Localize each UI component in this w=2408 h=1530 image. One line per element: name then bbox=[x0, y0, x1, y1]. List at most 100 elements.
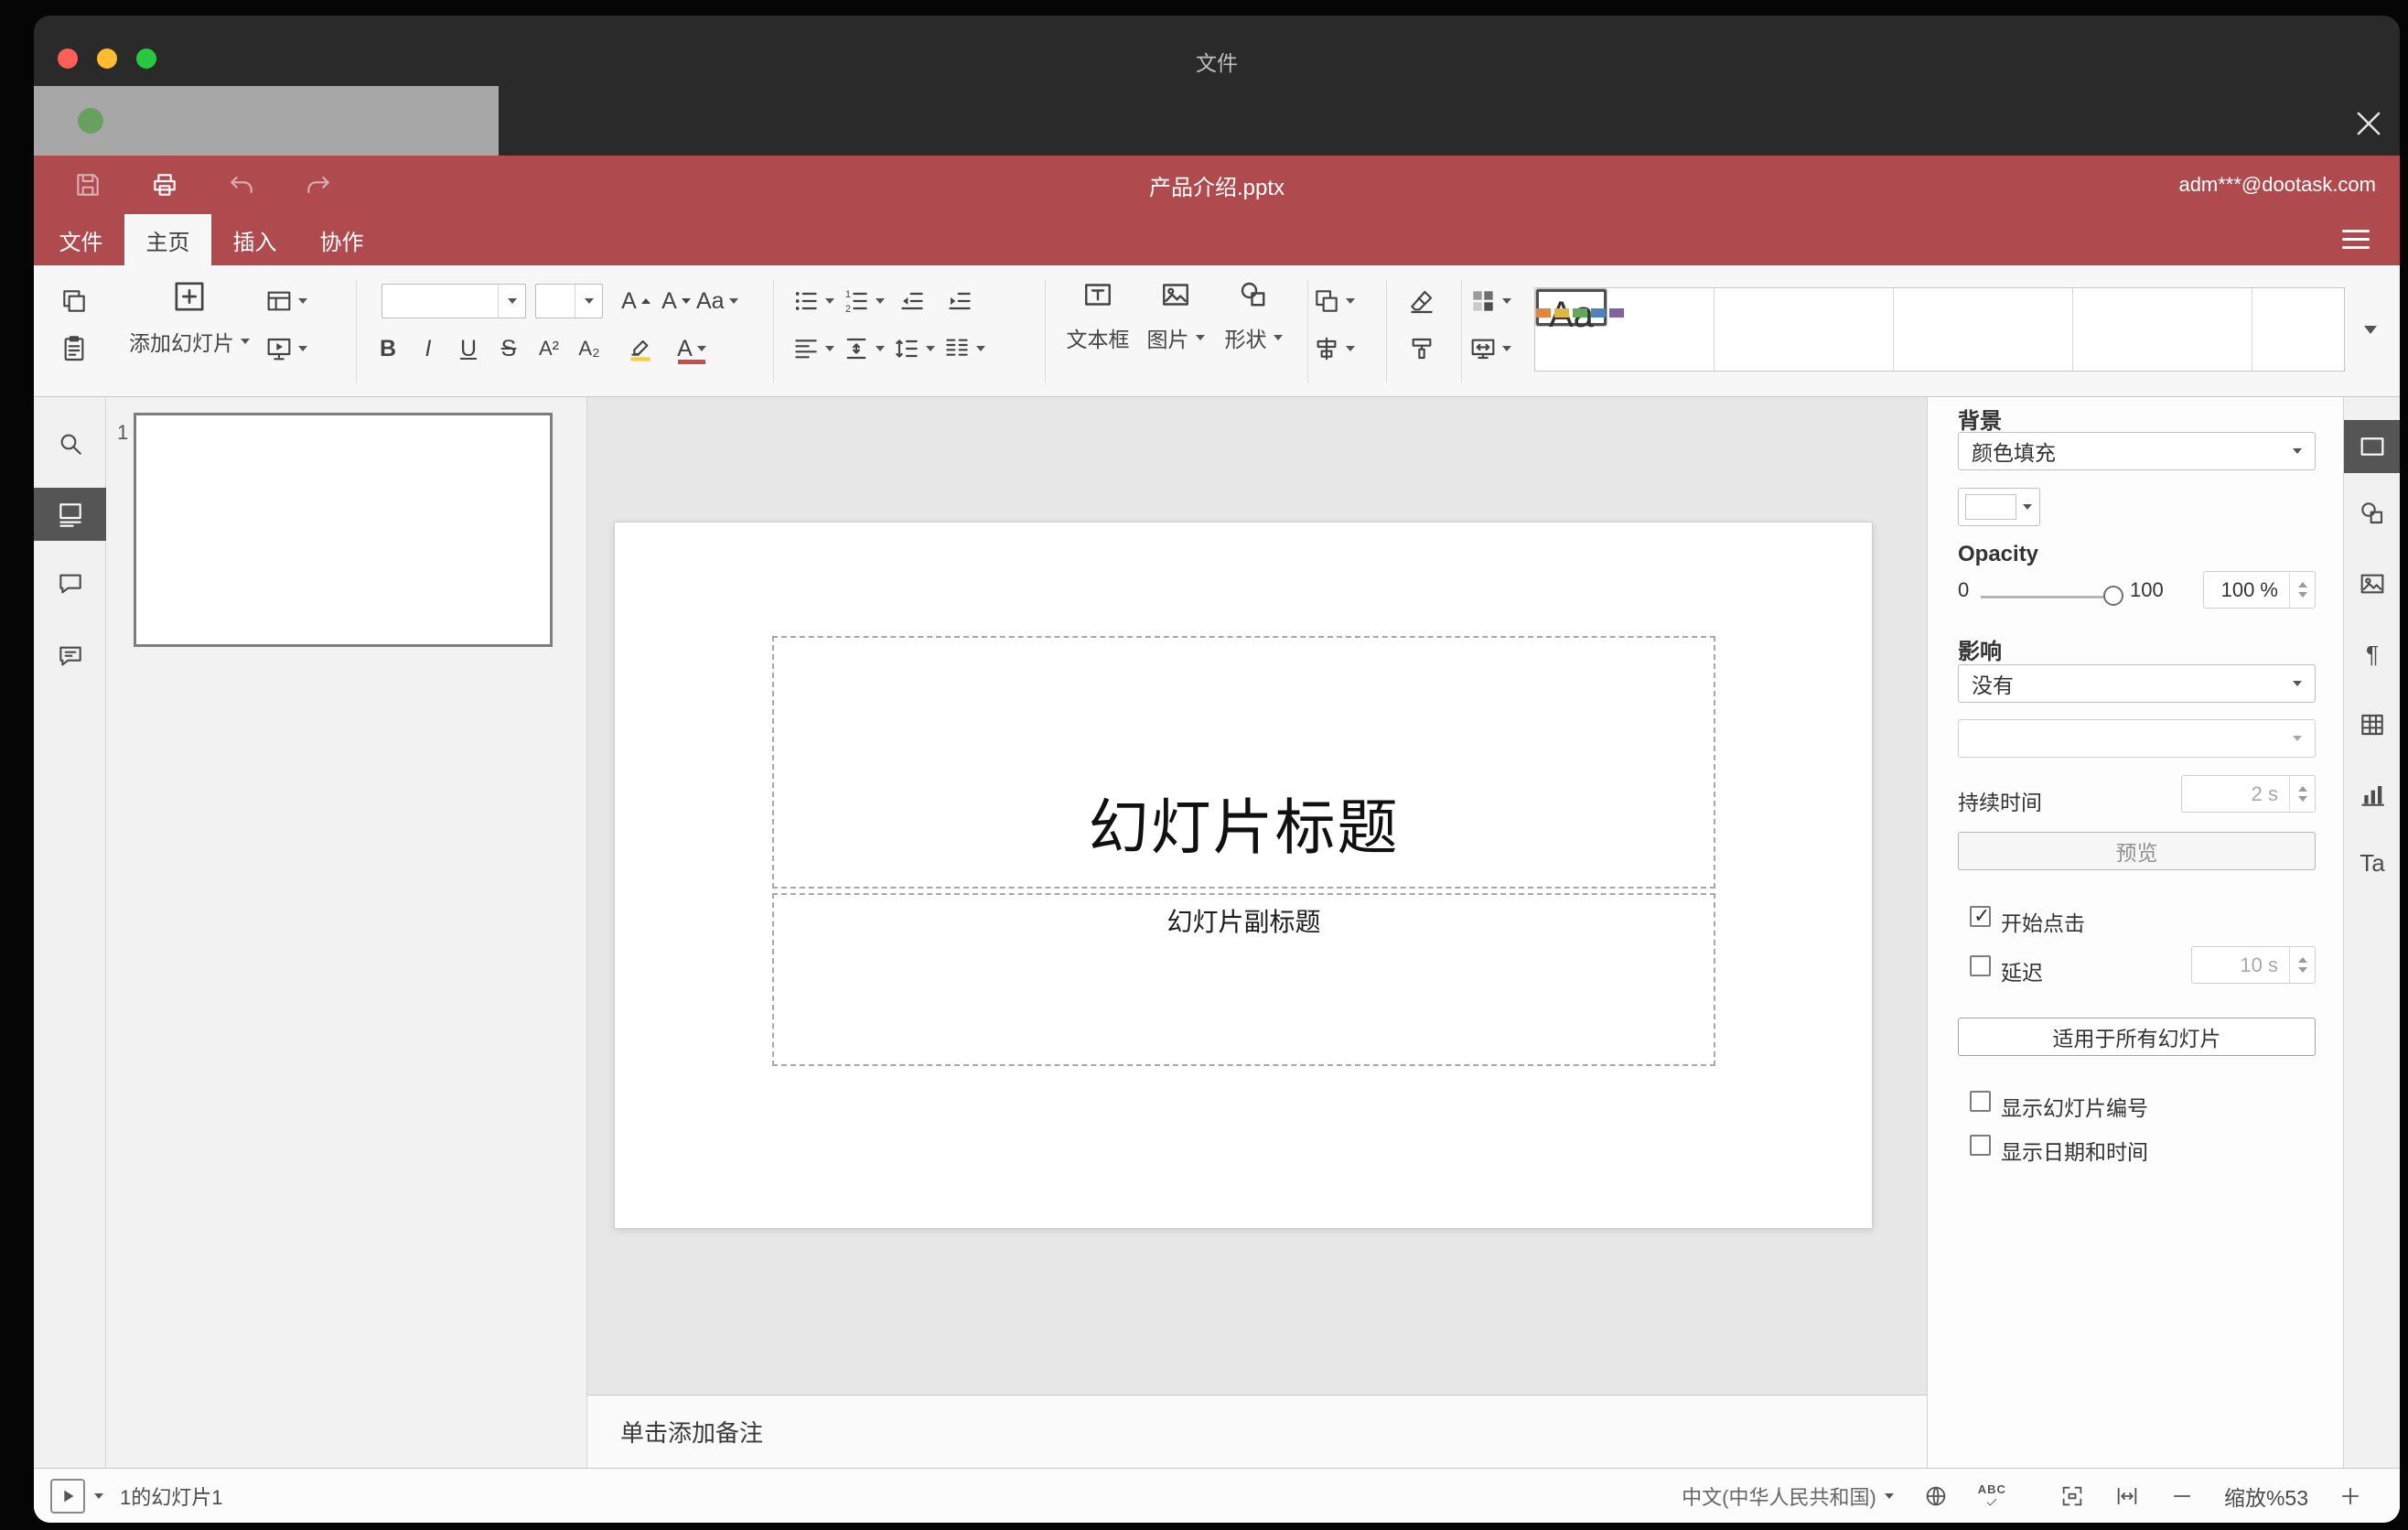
subscript-button[interactable]: A₂ bbox=[569, 329, 609, 369]
decrease-indent-button[interactable] bbox=[892, 281, 932, 321]
spinner[interactable] bbox=[2289, 572, 2315, 608]
slide-settings-button[interactable] bbox=[2344, 420, 2400, 473]
effect-variant-select[interactable] bbox=[1958, 719, 2316, 758]
spinner[interactable] bbox=[2289, 776, 2315, 812]
paste-button[interactable] bbox=[54, 329, 94, 369]
italic-button[interactable]: I bbox=[408, 329, 448, 369]
fit-slide-button[interactable] bbox=[2059, 1483, 2085, 1509]
tab-insert[interactable]: 插入 bbox=[211, 214, 298, 265]
delay-input[interactable]: 10 s bbox=[2191, 946, 2316, 984]
language-selector[interactable]: 中文(中华人民共和国) bbox=[1682, 1482, 1894, 1511]
notes-placeholder-text: 单击添加备注 bbox=[620, 1419, 764, 1447]
menu-hamburger-button[interactable] bbox=[2338, 225, 2374, 253]
slide-size-button[interactable] bbox=[1468, 329, 1511, 369]
theme-thumbnail[interactable] bbox=[1894, 288, 2073, 371]
overlay-close-button[interactable] bbox=[2343, 98, 2394, 149]
increment-font-size-button[interactable]: A bbox=[616, 281, 656, 321]
slides-panel-button[interactable] bbox=[34, 488, 106, 541]
fit-width-button[interactable] bbox=[2114, 1483, 2140, 1509]
title-placeholder[interactable]: 幻灯片标题 bbox=[772, 636, 1715, 889]
decrement-font-size-button[interactable]: A bbox=[656, 281, 696, 321]
zoom-out-button[interactable] bbox=[2169, 1483, 2195, 1509]
paragraph-settings-button[interactable]: ¶ bbox=[2344, 630, 2400, 678]
search-panel-button[interactable] bbox=[34, 420, 106, 468]
effect-select[interactable]: 没有 bbox=[1958, 664, 2316, 703]
theme-thumbnail[interactable] bbox=[1715, 288, 1894, 371]
opacity-slider-track[interactable] bbox=[1981, 596, 2109, 598]
decrement-font-icon bbox=[681, 298, 691, 304]
numbering-button[interactable]: 12 bbox=[842, 281, 885, 321]
highlight-color-button[interactable] bbox=[620, 329, 661, 369]
comments-panel-button[interactable] bbox=[34, 560, 106, 608]
mac-minimize-button[interactable] bbox=[97, 48, 117, 69]
show-date-time-checkbox[interactable] bbox=[1970, 1135, 1991, 1156]
duration-input[interactable]: 2 s bbox=[2181, 775, 2316, 813]
slide-canvas[interactable]: 幻灯片标题 幻灯片副标题 bbox=[614, 522, 1873, 1229]
opacity-value-input[interactable]: 100 % bbox=[2203, 571, 2316, 609]
apply-to-all-slides-button[interactable]: 适用于所有幻灯片 bbox=[1958, 1018, 2316, 1056]
theme-thumbnail[interactable] bbox=[2073, 288, 2252, 371]
zoom-in-button[interactable] bbox=[2338, 1483, 2363, 1509]
color-scheme-icon bbox=[1473, 291, 1493, 311]
font-color-button[interactable]: A bbox=[672, 329, 712, 369]
copy-button[interactable] bbox=[54, 281, 94, 321]
textart-settings-button[interactable]: Ta bbox=[2344, 839, 2400, 887]
start-on-click-checkbox[interactable] bbox=[1970, 904, 1991, 928]
table-settings-button[interactable] bbox=[2344, 701, 2400, 749]
strikethrough-button[interactable]: S bbox=[489, 329, 529, 369]
mac-zoom-button[interactable] bbox=[136, 48, 156, 69]
change-case-button[interactable]: Aa bbox=[696, 281, 738, 321]
notes-area[interactable]: 单击添加备注 bbox=[587, 1395, 1927, 1468]
increase-indent-button[interactable] bbox=[940, 281, 980, 321]
shape-settings-button[interactable] bbox=[2344, 490, 2400, 537]
horizontal-align-button[interactable] bbox=[791, 329, 834, 369]
theme-palette bbox=[1535, 308, 1625, 318]
background-color-picker[interactable] bbox=[1958, 488, 2040, 526]
set-language-button[interactable] bbox=[1923, 1483, 1949, 1509]
subtitle-placeholder[interactable]: 幻灯片副标题 bbox=[772, 893, 1715, 1066]
bold-button[interactable]: B bbox=[368, 329, 408, 369]
change-layout-button[interactable] bbox=[264, 281, 307, 321]
show-slide-number-checkbox[interactable] bbox=[1970, 1091, 1991, 1112]
chevron-down-icon bbox=[2293, 448, 2302, 454]
background-fill-select[interactable]: 颜色填充 bbox=[1958, 432, 2316, 470]
theme-gallery-expand-button[interactable] bbox=[2352, 313, 2389, 346]
font-name-combo[interactable] bbox=[382, 284, 526, 318]
preview-slideshow-button[interactable] bbox=[264, 329, 307, 369]
toolbar-separator bbox=[1461, 280, 1462, 382]
line-spacing-button[interactable] bbox=[892, 329, 935, 369]
color-scheme-button[interactable] bbox=[1468, 281, 1511, 321]
columns-button[interactable] bbox=[942, 329, 985, 369]
underline-button[interactable]: U bbox=[448, 329, 489, 369]
opacity-slider-knob[interactable] bbox=[2103, 586, 2123, 606]
vertical-align-button[interactable] bbox=[842, 329, 885, 369]
start-slideshow-status-button[interactable] bbox=[50, 1479, 85, 1514]
clear-style-button[interactable] bbox=[1402, 281, 1442, 321]
align-shapes-icon bbox=[1317, 337, 1337, 361]
arrange-shape-button[interactable] bbox=[1312, 281, 1355, 321]
preview-button[interactable]: 预览 bbox=[1958, 832, 2316, 870]
insert-shape-button[interactable]: 形状 bbox=[1213, 278, 1294, 351]
tab-home[interactable]: 主页 bbox=[124, 214, 211, 265]
add-slide-button[interactable]: 添加幻灯片 bbox=[129, 278, 250, 355]
align-shape-button[interactable] bbox=[1312, 329, 1355, 369]
feedback-panel-button[interactable] bbox=[34, 632, 106, 680]
theme-thumbnail-selected[interactable]: Aa bbox=[1535, 288, 1625, 333]
spellcheck-button[interactable]: ABC bbox=[1978, 1483, 2006, 1509]
delay-checkbox[interactable] bbox=[1970, 955, 1991, 976]
mac-close-button[interactable] bbox=[58, 48, 78, 69]
slide-thumbnail[interactable] bbox=[134, 413, 553, 647]
font-size-combo[interactable] bbox=[535, 284, 603, 318]
copy-style-button[interactable] bbox=[1402, 329, 1442, 369]
chart-settings-button[interactable] bbox=[2344, 771, 2400, 819]
bullets-button[interactable] bbox=[791, 281, 834, 321]
tab-collaboration[interactable]: 协作 bbox=[298, 214, 385, 265]
spinner[interactable] bbox=[2289, 947, 2315, 983]
effect-section-label: 影响 bbox=[1958, 640, 2002, 664]
image-settings-button[interactable] bbox=[2344, 560, 2400, 608]
insert-textbox-button[interactable]: 文本框 bbox=[1058, 278, 1138, 351]
tab-file[interactable]: 文件 bbox=[38, 214, 124, 265]
insert-image-button[interactable]: 图片 bbox=[1135, 278, 1216, 351]
superscript-button[interactable]: A² bbox=[529, 329, 569, 369]
chevron-down-icon[interactable] bbox=[94, 1493, 103, 1499]
